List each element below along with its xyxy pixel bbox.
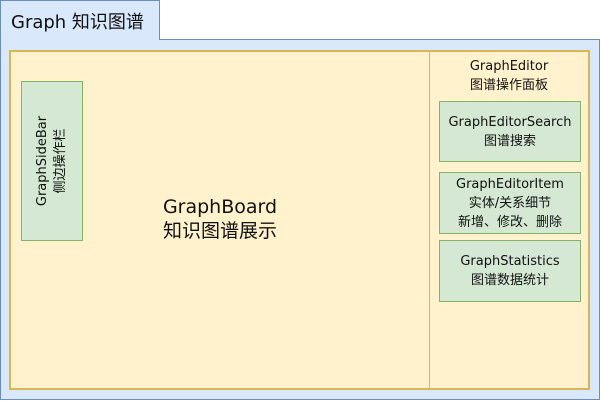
graph-editor-item-line1: 实体/关系细节 bbox=[468, 195, 552, 211]
app-tab-title: Graph 知识图谱 bbox=[11, 11, 144, 33]
graph-editor-search-panel: GraphEditorSearch 图谱搜索 bbox=[439, 101, 581, 162]
graph-editor-title: GraphEditor bbox=[469, 59, 549, 74]
graph-statistics-subtitle: 图谱数据统计 bbox=[470, 273, 549, 288]
graph-statistics-panel: GraphStatistics 图谱数据统计 bbox=[439, 240, 581, 302]
graph-board-title: GraphBoard bbox=[162, 196, 278, 219]
graph-board-panel: GraphSideBar 侧边操作栏 GraphBoard 知识图谱展示 bbox=[9, 50, 431, 390]
graph-editor-item-title: GraphEditorItem bbox=[456, 176, 564, 192]
graph-editor-search-subtitle: 图谱搜索 bbox=[483, 133, 536, 149]
graph-editor-item-panel: GraphEditorItem 实体/关系细节 新增、修改、删除 bbox=[439, 172, 581, 234]
graph-board-subtitle: 知识图谱展示 bbox=[162, 220, 277, 242]
graph-editor-subtitle: 图谱操作面板 bbox=[469, 77, 548, 93]
graph-board-label: GraphBoard 知识图谱展示 bbox=[11, 52, 429, 388]
graph-editor-search-title: GraphEditorSearch bbox=[448, 114, 572, 130]
graph-editor-panel: GraphEditor 图谱操作面板 GraphEditorSearch 图谱搜… bbox=[430, 50, 590, 390]
app-tab: Graph 知识图谱 bbox=[0, 0, 160, 40]
graph-statistics-title: GraphStatistics bbox=[460, 254, 560, 269]
graph-editor-item-line2: 新增、修改、删除 bbox=[457, 214, 562, 230]
graph-editor-heading: GraphEditor 图谱操作面板 bbox=[430, 58, 588, 96]
